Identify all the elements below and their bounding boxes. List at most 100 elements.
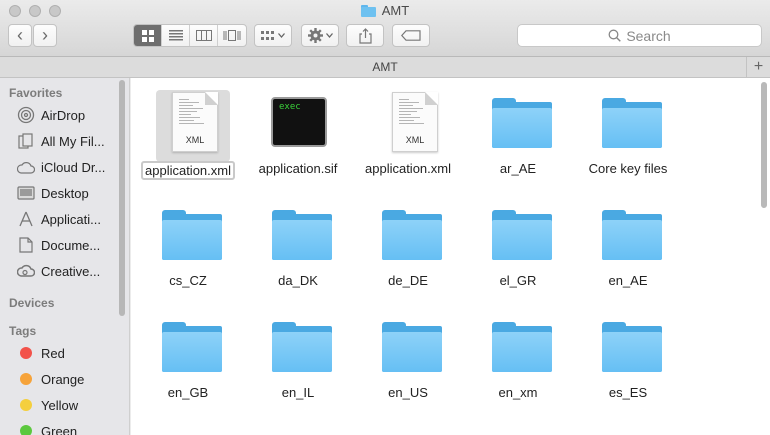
folder-icon: [378, 204, 442, 266]
sidebar-item-airdrop[interactable]: AirDrop: [0, 102, 118, 128]
chevron-right-icon: ›: [42, 25, 48, 45]
arrange-icon: [261, 30, 274, 40]
file-label-container: de_DE: [353, 273, 463, 288]
file-label-container: cs_CZ: [133, 273, 243, 288]
folder-item[interactable]: cs_CZ: [133, 194, 243, 304]
folder-icon: [598, 92, 662, 154]
sidebar-item-label: Applicati...: [41, 211, 101, 227]
file-name-label: en_US: [388, 385, 428, 400]
folder-item[interactable]: da_DK: [243, 194, 353, 304]
tag-yellow-icon: [20, 399, 32, 411]
file-item[interactable]: XML application.xml: [353, 82, 463, 192]
folder-icon: [488, 204, 552, 266]
cover-flow-button[interactable]: [218, 25, 246, 46]
folder-item[interactable]: de_DE: [353, 194, 463, 304]
back-button[interactable]: ‹: [8, 24, 32, 47]
folder-item[interactable]: en_AE: [573, 194, 683, 304]
file-item[interactable]: XML application.xml: [133, 82, 243, 192]
file-item[interactable]: exec application.sif: [243, 82, 353, 192]
file-label-container: en_US: [353, 385, 463, 400]
forward-button[interactable]: ›: [33, 24, 57, 47]
file-name-label: ar_AE: [499, 161, 537, 176]
sidebar-tag-orange[interactable]: Orange: [0, 366, 118, 392]
file-icon-grid: XML application.xml exec application.sif XML…: [131, 78, 770, 435]
main-scrollbar[interactable]: [761, 82, 767, 208]
sidebar: Favorites AirDrop All My Fil... iCloud D…: [0, 78, 130, 435]
file-label-container: en_xm: [463, 385, 573, 400]
file-label-container: application.xml: [353, 161, 463, 176]
folder-icon: [598, 204, 662, 266]
sidebar-item-creative-cloud[interactable]: Creative...: [0, 258, 118, 284]
tag-green-icon: [20, 425, 32, 435]
file-label-container: en_AE: [573, 273, 683, 288]
folder-icon: [488, 316, 552, 378]
folder-item[interactable]: en_GB: [133, 306, 243, 416]
sidebar-item-documents[interactable]: Docume...: [0, 232, 118, 258]
edit-tags-button[interactable]: [392, 24, 430, 47]
view-mode-segmented-control: [133, 24, 247, 47]
sidebar-item-label: All My Fil...: [41, 133, 105, 149]
arrange-button[interactable]: [254, 24, 292, 47]
sidebar-tag-red[interactable]: Red: [0, 340, 118, 366]
file-name-label: application.xml: [365, 161, 451, 176]
folder-item[interactable]: el_GR: [463, 194, 573, 304]
search-icon: [608, 29, 622, 42]
sidebar-item-label: Green: [41, 423, 78, 435]
applications-icon: [17, 211, 35, 227]
xml-document-icon: XML: [158, 92, 220, 154]
exec-text: exec: [279, 102, 301, 112]
share-button[interactable]: [346, 24, 384, 47]
file-label-container: es_ES: [573, 385, 683, 400]
sidebar-item-label: Orange: [41, 371, 85, 387]
sidebar-item-all-my-files[interactable]: All My Fil...: [0, 128, 118, 154]
devices-header: Devices: [9, 296, 55, 310]
folder-icon: [158, 316, 222, 378]
file-name-label: el_GR: [499, 273, 537, 288]
terminal-exec-icon: exec: [268, 92, 330, 154]
sidebar-item-label: Red: [41, 345, 65, 361]
icon-view-button[interactable]: [134, 25, 162, 46]
folder-icon: [598, 316, 662, 378]
tag-icon: [401, 30, 421, 41]
file-label-container: el_GR: [463, 273, 573, 288]
window-title: AMT: [0, 3, 770, 20]
path-bar: AMT +: [0, 57, 770, 78]
sidebar-item-label: iCloud Dr...: [41, 159, 106, 175]
window-title-text: AMT: [381, 3, 410, 18]
list-view-button[interactable]: [162, 25, 190, 46]
folder-item[interactable]: en_xm: [463, 306, 573, 416]
sidebar-item-desktop[interactable]: Desktop: [0, 180, 118, 206]
sidebar-tag-yellow[interactable]: Yellow: [0, 392, 118, 418]
folder-icon: [360, 4, 376, 17]
search-field[interactable]: Search: [517, 24, 762, 47]
folder-item[interactable]: en_IL: [243, 306, 353, 416]
sidebar-item-applications[interactable]: Applicati...: [0, 206, 118, 232]
chevron-left-icon: ‹: [17, 25, 23, 45]
file-name-label: da_DK: [278, 273, 318, 288]
new-tab-button[interactable]: +: [746, 57, 770, 77]
folder-item[interactable]: es_ES: [573, 306, 683, 416]
airdrop-icon: [17, 106, 35, 124]
folder-icon: [378, 316, 442, 378]
chevron-down-icon: [325, 33, 333, 38]
sidebar-tag-green[interactable]: Green: [0, 418, 118, 435]
column-view-button[interactable]: [190, 25, 218, 46]
file-extension-label: XML: [405, 135, 425, 145]
gear-icon: [307, 28, 323, 43]
file-label-container: application.sif: [243, 161, 353, 176]
desktop-icon: [17, 185, 35, 201]
sidebar-scrollbar[interactable]: [119, 80, 125, 316]
documents-icon: [17, 237, 35, 253]
folder-item[interactable]: ar_AE: [463, 82, 573, 192]
file-label-container: en_GB: [133, 385, 243, 400]
sidebar-item-icloud-drive[interactable]: iCloud Dr...: [0, 154, 118, 180]
folder-item[interactable]: Core key files: [573, 82, 683, 192]
path-bar-label: AMT: [372, 60, 398, 74]
file-name-label: cs_CZ: [169, 273, 207, 288]
folder-item[interactable]: en_US: [353, 306, 463, 416]
plus-icon: +: [753, 58, 764, 75]
xml-document-icon: XML: [378, 92, 440, 154]
file-label-container: Core key files: [573, 161, 683, 176]
sidebar-item-label: Desktop: [41, 185, 89, 201]
action-menu-button[interactable]: [301, 24, 339, 47]
